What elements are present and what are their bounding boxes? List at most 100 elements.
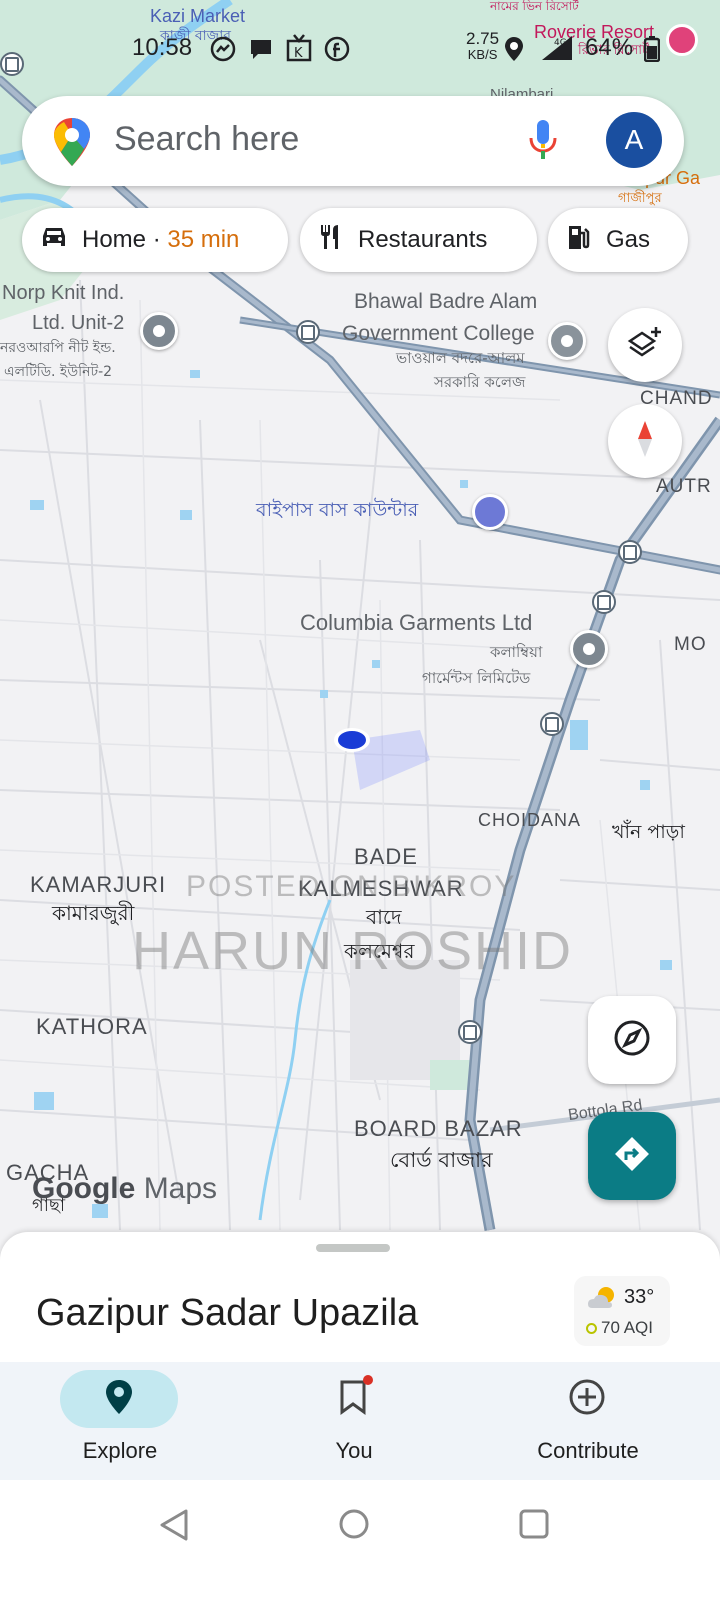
place-sheet[interactable]: Gazipur Sadar Upazila 33° 70 AQI bbox=[0, 1232, 720, 1372]
poi-norp-knit-icon[interactable] bbox=[140, 312, 178, 350]
watermark-line-1: POSTED ON BIKROY bbox=[186, 870, 517, 903]
contribute-tab-indicator bbox=[528, 1370, 646, 1428]
sheet-drag-handle[interactable] bbox=[316, 1244, 390, 1252]
svg-text:4G: 4G bbox=[554, 38, 567, 48]
map-label-norp-knit-2: Ltd. Unit-2 bbox=[32, 312, 125, 334]
map-canvas[interactable]: Kazi Market কাজী বাজার নামের ভিন রিসোর্ট… bbox=[0, 0, 720, 1270]
map-label-mo: MO bbox=[674, 634, 707, 655]
map-label-columbia: Columbia Garments Ltd bbox=[300, 610, 533, 635]
map-label-bade: BADE bbox=[354, 844, 418, 869]
notification-dot bbox=[363, 1374, 373, 1385]
network-speed-unit: KB/S bbox=[467, 47, 498, 62]
map-label-board-bazar: BOARD BAZAR bbox=[354, 1116, 523, 1141]
bus-stop-icon[interactable] bbox=[458, 1020, 482, 1044]
locate-icon bbox=[612, 1018, 652, 1063]
aqi-indicator: 70 AQI bbox=[586, 1318, 653, 1338]
map-label-gazipur-bn: গাজীপুর bbox=[618, 191, 662, 206]
location-icon bbox=[504, 36, 524, 69]
map-label-norp-knit-bn-2: এলটিডি. ইউনিট-2 bbox=[4, 364, 113, 380]
signal-icon: 4G bbox=[540, 34, 574, 69]
chip-home-eta: 35 min bbox=[167, 226, 240, 253]
map-label-norp-knit-bn-1: নরওআরপি নীট ইন্ড. bbox=[0, 340, 116, 356]
school-icon[interactable] bbox=[548, 322, 586, 360]
compass-icon bbox=[630, 419, 660, 464]
avatar[interactable]: A bbox=[606, 112, 662, 168]
compass-button[interactable] bbox=[608, 404, 682, 478]
tab-contribute-label: Contribute bbox=[537, 1438, 639, 1463]
battery-percent: 64% bbox=[585, 34, 634, 61]
status-time: 10:58 bbox=[132, 34, 193, 61]
map-label-bhawal-1: Bhawal Badre Alam bbox=[354, 290, 538, 313]
map-label-top-bn: নামের ভিন রিসোর্ট bbox=[490, 0, 579, 13]
tv-app-icon: K bbox=[286, 34, 312, 69]
back-icon[interactable] bbox=[158, 1508, 190, 1547]
bookmark-icon bbox=[339, 1374, 373, 1420]
tab-contribute[interactable]: Contribute bbox=[468, 1362, 708, 1480]
search-placeholder[interactable]: Search here bbox=[114, 120, 299, 159]
messenger-icon bbox=[210, 36, 236, 69]
aqi-dot-icon bbox=[586, 1322, 597, 1334]
add-circle-icon bbox=[568, 1378, 606, 1421]
map-label-bypass-bus-counter: বাইপাস বাস কাউন্টার bbox=[256, 499, 419, 521]
map-label-bhawal-bn-2: সরকারি কলেজ bbox=[434, 373, 526, 391]
maps-pin-icon bbox=[52, 116, 92, 173]
chip-gas-label: Gas bbox=[606, 226, 651, 253]
chip-restaurants-label: Restaurants bbox=[358, 226, 488, 253]
map-label-kamarjuri: KAMARJURI bbox=[30, 872, 167, 897]
layers-button[interactable] bbox=[608, 308, 682, 382]
watermark-line-2: HARUN ROSHID bbox=[132, 921, 574, 981]
bus-stop-icon[interactable] bbox=[618, 540, 642, 564]
map-label-board-bazar-bn: বোর্ড বাজার bbox=[390, 1148, 493, 1172]
map-label-columbia-bn-1: কলাম্বিয়া bbox=[490, 643, 543, 661]
network-speed: 2.75 KB/S bbox=[466, 30, 499, 62]
status-bar: 10:58 K 2.75 KB/S 4G 64% bbox=[0, 24, 720, 69]
battery-icon bbox=[643, 36, 661, 69]
chip-home[interactable]: Home · 35 min bbox=[22, 208, 288, 272]
tab-explore-label: Explore bbox=[82, 1438, 158, 1463]
chat-icon bbox=[248, 36, 274, 69]
chip-gas[interactable]: Gas bbox=[548, 208, 688, 272]
explore-icon bbox=[105, 1379, 133, 1420]
home-icon[interactable] bbox=[338, 1508, 370, 1545]
temperature: 33° bbox=[624, 1286, 655, 1308]
network-speed-value: 2.75 bbox=[466, 29, 500, 48]
directions-button[interactable] bbox=[588, 1112, 676, 1200]
map-label-kamarjuri-bn: কামারজুরী bbox=[52, 901, 135, 925]
bus-stop-icon[interactable] bbox=[296, 320, 320, 344]
map-label-norp-knit-1: Norp Knit Ind. bbox=[2, 282, 125, 304]
restaurant-icon bbox=[318, 223, 344, 258]
partly-cloudy-icon bbox=[586, 1284, 620, 1318]
poi-columbia-garments-icon[interactable] bbox=[570, 630, 608, 668]
explore-tab-indicator bbox=[60, 1370, 178, 1428]
aqi-value: 70 AQI bbox=[601, 1318, 653, 1337]
car-icon bbox=[40, 225, 68, 256]
bus-station-icon[interactable] bbox=[472, 494, 508, 530]
map-label-kazi-market: Kazi Market bbox=[150, 6, 246, 26]
google-maps-logo: Google Maps bbox=[32, 1172, 217, 1206]
maps-logo-text: Maps bbox=[143, 1172, 218, 1205]
mic-icon[interactable] bbox=[528, 118, 558, 167]
tab-explore[interactable]: Explore bbox=[0, 1362, 240, 1480]
layers-icon bbox=[627, 325, 663, 366]
locate-button[interactable] bbox=[588, 996, 676, 1084]
map-label-bhawal-2: Government College bbox=[342, 322, 535, 345]
bottom-navigation: Explore You Contribute bbox=[0, 1362, 720, 1480]
tab-you[interactable]: You bbox=[234, 1362, 474, 1480]
weather-badge[interactable]: 33° 70 AQI bbox=[574, 1276, 670, 1346]
chip-home-text: Home · bbox=[82, 226, 168, 253]
directions-icon bbox=[611, 1133, 653, 1180]
search-bar[interactable]: Search here A bbox=[22, 96, 684, 186]
recents-icon[interactable] bbox=[518, 1508, 550, 1545]
map-label-khan-para-bn: খাঁন পাড়া bbox=[612, 821, 685, 843]
chip-home-label: Home · 35 min bbox=[82, 226, 239, 254]
map-label-kathora: KATHORA bbox=[36, 1014, 148, 1039]
gas-station-icon bbox=[566, 223, 592, 258]
facebook-icon bbox=[324, 36, 350, 69]
you-tab-indicator bbox=[294, 1370, 412, 1428]
map-label-bhawal-bn-1: ভাওয়াল বদরে-আলম bbox=[396, 349, 525, 367]
svg-text:K: K bbox=[294, 46, 303, 61]
bus-stop-icon[interactable] bbox=[540, 712, 564, 736]
chip-restaurants[interactable]: Restaurants bbox=[300, 208, 537, 272]
bus-stop-icon[interactable] bbox=[592, 590, 616, 614]
map-label-choidana: CHOIDANA bbox=[478, 810, 582, 830]
